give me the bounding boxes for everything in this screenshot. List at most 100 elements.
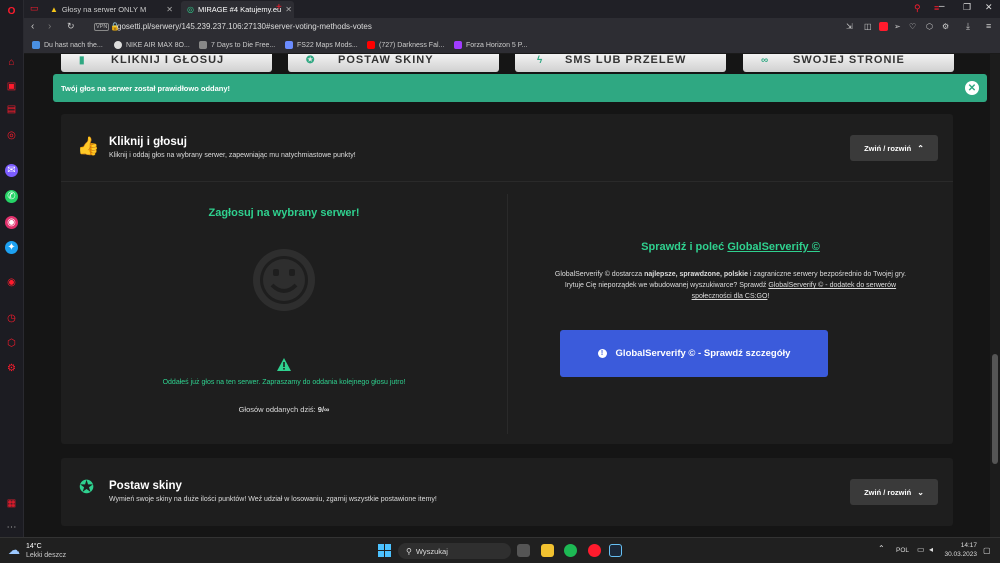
promo-text: GlobalServerify © dostarcza najlepsze, s… (554, 271, 907, 300)
cube-icon[interactable]: ⬡ (926, 22, 933, 31)
browser-sidebar: O ⌂ ▣ ▤ ◎ ✉ ✆ ◉ ✦ ◉ ◷ ⬡ ⚙ ▦ ⋯ (0, 0, 24, 537)
collapse-toggle-button[interactable]: Zwiń / rozwiń ⌃ (850, 135, 938, 161)
minimize-button[interactable]: – (939, 1, 945, 12)
bolt-icon: ϟ (537, 55, 544, 66)
notifications-icon[interactable]: ▢ (983, 546, 991, 555)
player-icon[interactable]: ◉ (5, 276, 18, 289)
page-icon (199, 41, 207, 49)
download-bookmark-icon (32, 41, 40, 49)
method-card[interactable]: ϟ SMS LUB PRZELEW (515, 54, 726, 72)
settings-gear-icon[interactable]: ⚙ (5, 362, 18, 375)
votes-today: Głosów oddanych dziś: 9/∞ (61, 405, 507, 414)
settings-icon[interactable]: ⚙ (942, 22, 949, 31)
bookmark-heart-icon[interactable]: ♡ (909, 22, 916, 31)
bookmark-item[interactable]: NIKE AIR MAX 8O... (114, 41, 190, 49)
network-icon[interactable]: ▭ (917, 545, 925, 554)
bookmarks-bar: Du hast nach the... NIKE AIR MAX 8O... 7… (24, 38, 1000, 54)
vote-panel: 👍 Kliknij i głosuj Kliknij i oddaj głos … (61, 114, 953, 444)
steam-icon[interactable] (609, 544, 622, 557)
shield-icon[interactable] (879, 22, 888, 31)
menu-icon[interactable]: ≡ (986, 21, 991, 31)
tab-menu-icon[interactable]: ▭ (30, 3, 39, 14)
camera-icon[interactable]: ◫ (864, 22, 872, 31)
extensions-icon[interactable]: ⬡ (5, 337, 18, 350)
twitch-icon[interactable]: ▤ (5, 103, 18, 116)
maximize-button[interactable]: ❐ (963, 2, 971, 13)
send-icon[interactable]: ➢ (894, 22, 901, 31)
panel-title: Postaw skiny (109, 480, 182, 492)
home-icon[interactable]: ⌂ (5, 56, 18, 69)
language-indicator[interactable]: POL (896, 547, 909, 554)
windows-taskbar: ☁ 14°C Lekki deszcz ⚲ Wyszukaj ⌃ POL ▭ ◂… (0, 537, 1000, 563)
clock-time[interactable]: 14:17 (945, 542, 977, 549)
opera-logo-icon[interactable]: O (5, 5, 18, 18)
weather-temp[interactable]: 14°C (26, 543, 42, 550)
alert-text: Twój głos na serwer został prawidłowo od… (61, 83, 231, 93)
address-bar: ‹ › ↻ VPN 🔒 gosetti.pl/serwery/145.239.2… (24, 18, 1000, 38)
award-ribbon-icon: ✪ (79, 477, 95, 497)
addon-link-cont[interactable]: społeczności dla CS:GO (692, 293, 768, 300)
clock-date[interactable]: 30.03.2023 (932, 551, 977, 558)
instagram-icon[interactable]: ◎ (5, 129, 18, 142)
weather-desc[interactable]: Lekki deszcz (26, 552, 66, 559)
bag-icon[interactable]: ▣ (5, 80, 18, 93)
close-window-button[interactable]: ✕ (985, 2, 993, 13)
chevron-down-icon: ⌄ (917, 487, 924, 497)
back-arrow-icon[interactable]: ‹ (31, 21, 34, 32)
taskbar-search[interactable]: ⚲ Wyszukaj (398, 543, 511, 559)
history-icon[interactable]: ◷ (5, 312, 18, 325)
page-actions-icon[interactable]: ⇲ (846, 22, 853, 31)
screenshot-icon[interactable]: ▦ (5, 497, 18, 510)
bookmark-item[interactable]: (727) Darkness Fal... (367, 41, 444, 49)
search-tabs-icon[interactable]: ⚲ (914, 3, 921, 14)
method-card[interactable]: ∞ SWOJEJ STRONIE (743, 54, 954, 72)
bookmark-item[interactable]: FS22 Maps Mods... (285, 41, 358, 49)
tab-close-icon[interactable]: ✕ (166, 5, 173, 14)
twitter-icon[interactable]: ✦ (5, 241, 18, 254)
promo-heading: Sprawdź i poleć GlobalServerify © (641, 241, 820, 253)
instagram-app-icon[interactable]: ◉ (5, 216, 18, 229)
tab-close-icon[interactable]: ✕ (285, 5, 292, 14)
votes-label: Głosów oddanych dziś: (238, 405, 316, 414)
collapse-toggle-button[interactable]: Zwiń / rozwiń ⌄ (850, 479, 938, 505)
method-card[interactable]: ▮ KLIKNIJ I GŁOSUJ (61, 54, 272, 72)
globalserverify-details-button[interactable]: ! GlobalServerify © - Sprawdź szczegóły (560, 330, 828, 377)
chevron-up-icon: ⌃ (917, 143, 924, 153)
close-icon[interactable]: ✕ (965, 81, 979, 95)
more-dots-icon[interactable]: ⋯ (5, 521, 18, 534)
globalserverify-link[interactable]: GlobalServerify © (727, 241, 819, 253)
panel-description: Wymień swoje skiny na duże ilości punktó… (109, 496, 437, 503)
votes-value: 9/∞ (317, 405, 330, 414)
page-scrollbar[interactable] (990, 54, 1000, 537)
info-icon: ! (597, 349, 607, 358)
url-field[interactable]: gosetti.pl/serwery/145.239.237.106:27130… (117, 22, 372, 31)
bookmark-item[interactable]: 7 Days to Die Free... (199, 41, 275, 49)
whatsapp-icon[interactable]: ✆ (5, 190, 18, 203)
addon-link[interactable]: GlobalServerify © - dodatek do serwerów (768, 282, 896, 289)
tab-inactive[interactable]: ▲ Głosy na serwer ONLY M ✕ (44, 1, 179, 18)
spotify-icon[interactable] (564, 544, 577, 557)
scrollbar-thumb[interactable] (992, 354, 998, 464)
vpn-badge[interactable]: VPN (94, 23, 110, 31)
search-icon: ⚲ (406, 546, 412, 556)
task-view-icon[interactable] (517, 544, 530, 557)
download-icon[interactable]: ⤓ (966, 21, 970, 32)
forward-arrow-icon[interactable]: › (48, 21, 51, 32)
bookmark-item[interactable]: Forza Horizon 5 P... (454, 41, 527, 49)
bookmark-item[interactable]: Du hast nach the... (32, 41, 103, 49)
file-explorer-icon[interactable] (541, 544, 554, 557)
panel-title: Kliknij i głosuj (109, 136, 187, 148)
warning-icon (277, 358, 291, 371)
windows-start-icon[interactable] (378, 544, 391, 557)
thumbs-up-icon: 👍 (77, 136, 100, 156)
chevron-up-icon[interactable]: ⌃ (878, 544, 885, 553)
reload-icon[interactable]: ↻ (67, 21, 75, 32)
panel-description: Kliknij i oddaj głos na wybrany serwer, … (109, 152, 356, 159)
messenger-icon[interactable]: ✉ (5, 164, 18, 177)
method-card[interactable]: ✪ POSTAW SKINY (288, 54, 499, 72)
weather-cloud-icon[interactable]: ☁ (8, 543, 20, 557)
opera-gx-icon[interactable] (588, 544, 601, 557)
new-tab-button[interactable]: + (276, 2, 282, 13)
nike-icon (114, 41, 122, 49)
tab-favicon-icon: ◎ (187, 5, 194, 14)
